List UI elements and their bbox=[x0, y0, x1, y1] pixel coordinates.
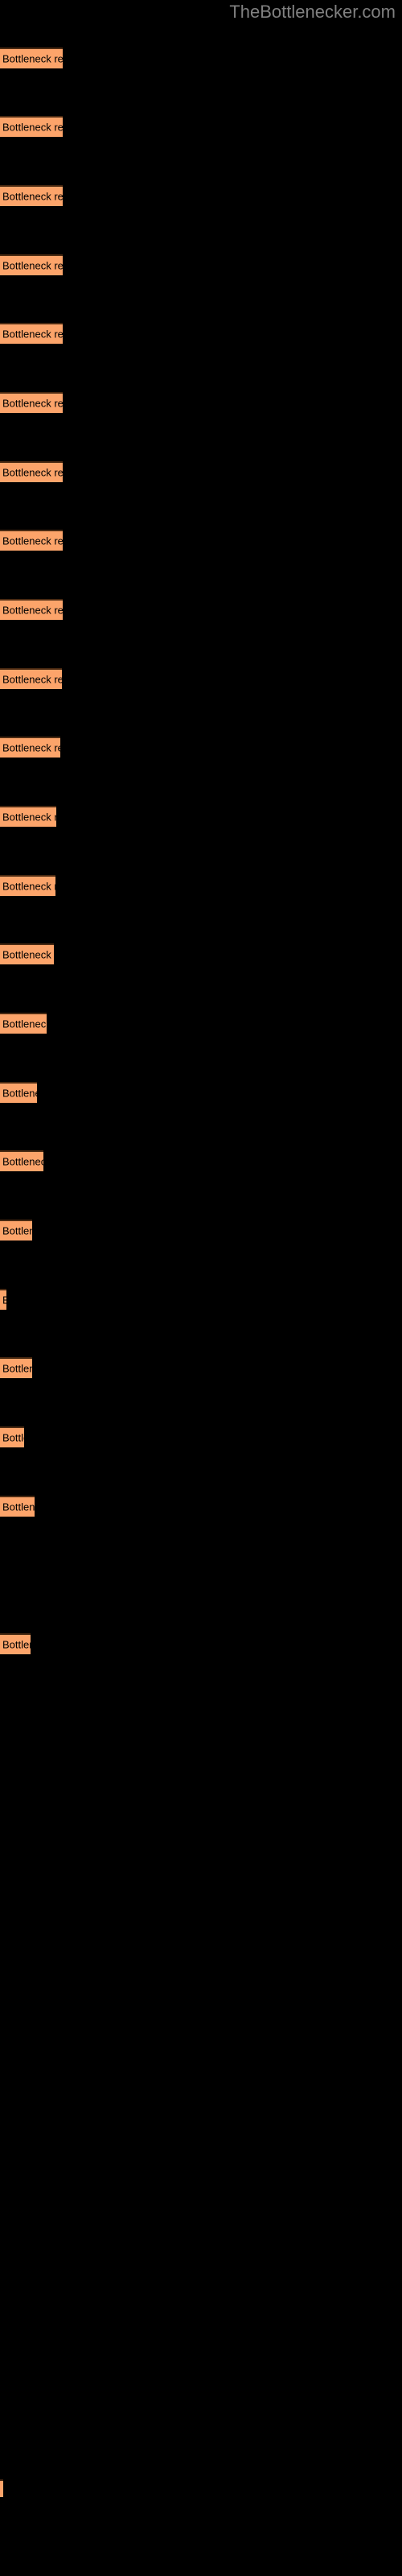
bar-label-0: Bottleneck result bbox=[2, 52, 63, 65]
bar-label-16: Bottleneck result bbox=[2, 1155, 43, 1168]
bar-21[interactable]: Bottleneck result bbox=[0, 1496, 35, 1517]
bar-label-2: Bottleneck result bbox=[2, 190, 63, 203]
bar-label-8: Bottleneck result bbox=[2, 604, 63, 617]
bar-label-5: Bottleneck result bbox=[2, 397, 63, 410]
bar-chart-plot-area: Bottleneck result Bottleneck result Bottle… bbox=[0, 0, 402, 2576]
bar-23[interactable]: Bottleneck result bbox=[0, 2479, 3, 2497]
bar-9[interactable]: Bottleneck result bbox=[0, 668, 62, 689]
bar-label-7: Bottleneck result bbox=[2, 535, 63, 547]
bar-label-15: Bottleneck result bbox=[2, 1087, 37, 1100]
bar-label-17: Bottleneck result bbox=[2, 1224, 32, 1237]
bar-label-20: Bottleneck result bbox=[2, 1431, 24, 1444]
bar-4[interactable]: Bottleneck result bbox=[0, 323, 63, 344]
bar-label-10: Bottleneck result bbox=[2, 741, 60, 754]
bar-8[interactable]: Bottleneck result bbox=[0, 599, 63, 620]
bar-13[interactable]: Bottleneck result bbox=[0, 943, 54, 964]
bar-label-12: Bottleneck result bbox=[2, 880, 55, 893]
bar-12[interactable]: Bottleneck result bbox=[0, 875, 55, 896]
bar-15[interactable]: Bottleneck result bbox=[0, 1082, 37, 1103]
bar-label-1: Bottleneck result bbox=[2, 121, 63, 134]
bar-label-4: Bottleneck result bbox=[2, 328, 63, 341]
bar-11[interactable]: Bottleneck result bbox=[0, 806, 56, 827]
bar-label-9: Bottleneck result bbox=[2, 673, 62, 686]
bar-0[interactable]: Bottleneck result bbox=[0, 47, 63, 68]
bar-label-23: Bottleneck result bbox=[2, 2483, 3, 2496]
bar-5[interactable]: Bottleneck result bbox=[0, 392, 63, 413]
bar-18[interactable]: Bottleneck result bbox=[0, 1289, 6, 1310]
bar-1[interactable]: Bottleneck result bbox=[0, 116, 63, 137]
bar-label-22: Bottleneck result bbox=[2, 1638, 31, 1651]
bar-17[interactable]: Bottleneck result bbox=[0, 1220, 32, 1241]
bar-2[interactable]: Bottleneck result bbox=[0, 185, 63, 206]
bar-16[interactable]: Bottleneck result bbox=[0, 1150, 43, 1171]
bar-label-18: Bottleneck result bbox=[2, 1294, 6, 1307]
bar-label-21: Bottleneck result bbox=[2, 1501, 35, 1513]
bar-14[interactable]: Bottleneck result bbox=[0, 1013, 47, 1034]
bar-19[interactable]: Bottleneck result bbox=[0, 1357, 32, 1378]
bar-6[interactable]: Bottleneck result bbox=[0, 461, 63, 482]
bar-22[interactable]: Bottleneck result bbox=[0, 1633, 31, 1654]
bar-label-14: Bottleneck result bbox=[2, 1018, 47, 1030]
bar-3[interactable]: Bottleneck result bbox=[0, 254, 63, 275]
bar-7[interactable]: Bottleneck result bbox=[0, 530, 63, 551]
bar-label-6: Bottleneck result bbox=[2, 466, 63, 479]
bar-label-11: Bottleneck result bbox=[2, 811, 56, 824]
bar-label-19: Bottleneck result bbox=[2, 1362, 32, 1375]
bar-20[interactable]: Bottleneck result bbox=[0, 1426, 24, 1447]
bar-label-13: Bottleneck result bbox=[2, 948, 54, 961]
chart-page: TheBottlenecker.com Bottleneck resultBot… bbox=[0, 0, 402, 2576]
bar-label-3: Bottleneck result bbox=[2, 259, 63, 272]
bar-10[interactable]: Bottleneck result bbox=[0, 737, 60, 758]
